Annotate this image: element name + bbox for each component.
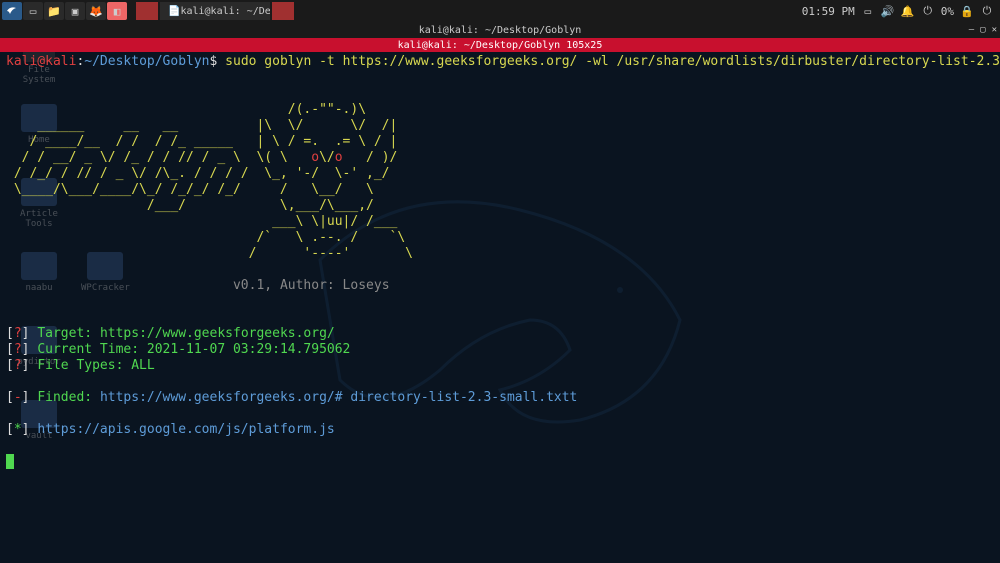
panel-right: 01:59 PM ▭ 🔊 🔔 ⏻ 0% 🔒 ⏻ bbox=[802, 4, 1000, 18]
ascii-art: /(.-""-.)\ ______ __ __ |\ \/ \/ /| / __… bbox=[6, 102, 413, 261]
maximize-button[interactable]: ▢ bbox=[980, 25, 985, 35]
task-extra[interactable] bbox=[272, 2, 294, 20]
window-title: kali@kali: ~/Desktop/Goblyn bbox=[419, 25, 582, 36]
time-value: 2021-11-07 03:29:14.795062 bbox=[147, 342, 351, 357]
result-url: https://apis.google.com/js/platform.js bbox=[37, 422, 334, 437]
prompt-sym: $ bbox=[210, 54, 218, 69]
task-workspace[interactable] bbox=[136, 2, 158, 20]
volume-icon[interactable]: 🔊 bbox=[881, 4, 895, 18]
window-titlebar[interactable]: kali@kali: ~/Desktop/Goblyn — ▢ ✕ bbox=[0, 22, 1000, 38]
show-desktop-button[interactable]: ▭ bbox=[23, 2, 43, 20]
types-label: File Types: bbox=[37, 358, 123, 373]
target-label: Target: bbox=[37, 326, 92, 341]
command-text: sudo goblyn -t https://www.geeksforgeeks… bbox=[225, 54, 1000, 69]
minimize-button[interactable]: — bbox=[969, 25, 974, 35]
finded-file: directory-list-2.3-small.txtt bbox=[350, 390, 577, 405]
terminal-launcher-button[interactable]: ▣ bbox=[65, 2, 85, 20]
minimize-all-icon[interactable]: ▭ bbox=[861, 4, 875, 18]
task-label: kali@kali: ~/Desktop/Go... bbox=[180, 6, 270, 17]
battery-text: 0% bbox=[941, 5, 954, 18]
file-manager-button[interactable]: 📁 bbox=[44, 2, 64, 20]
terminal-body[interactable]: kali@kali:~/Desktop/Goblyn$ sudo goblyn … bbox=[0, 52, 1000, 562]
applications-menu-button[interactable] bbox=[2, 2, 22, 20]
close-button[interactable]: ✕ bbox=[992, 25, 997, 35]
task-terminal[interactable]: 📄 kali@kali: ~/Desktop/Go... bbox=[160, 2, 270, 20]
prompt-user: kali@kali bbox=[6, 54, 76, 69]
terminal-tab-bar[interactable]: kali@kali: ~/Desktop/Goblyn 105x25 bbox=[0, 38, 1000, 52]
prompt-path: ~/Desktop/Goblyn bbox=[84, 54, 209, 69]
panel-left: ▭ 📁 ▣ 🦊 ◧ 📄 kali@kali: ~/Desktop/Go... bbox=[0, 2, 294, 20]
finded-url: https://www.geeksforgeeks.org/# bbox=[100, 390, 343, 405]
taskbar: 📄 kali@kali: ~/Desktop/Go... bbox=[136, 2, 294, 20]
browser-launcher-button[interactable]: 🦊 bbox=[86, 2, 106, 20]
target-value: https://www.geeksforgeeks.org/ bbox=[100, 326, 335, 341]
version-info: v0.1, Author: Loseys bbox=[233, 278, 390, 293]
notifications-icon[interactable]: 🔔 bbox=[901, 4, 915, 18]
power-icon[interactable]: ⏻ bbox=[980, 4, 994, 18]
clock[interactable]: 01:59 PM bbox=[802, 5, 855, 18]
network-icon[interactable]: ⏻ bbox=[921, 4, 935, 18]
terminal-cursor bbox=[6, 454, 14, 469]
time-label: Current Time: bbox=[37, 342, 139, 357]
burp-launcher-button[interactable]: ◧ bbox=[107, 2, 127, 20]
finded-label: Finded: bbox=[37, 390, 92, 405]
lock-icon[interactable]: 🔒 bbox=[960, 4, 974, 18]
window-controls: — ▢ ✕ bbox=[969, 25, 997, 35]
types-value: ALL bbox=[131, 358, 154, 373]
terminal-tab-label: kali@kali: ~/Desktop/Goblyn 105x25 bbox=[398, 40, 603, 51]
top-panel: ▭ 📁 ▣ 🦊 ◧ 📄 kali@kali: ~/Desktop/Go... 0… bbox=[0, 0, 1000, 22]
